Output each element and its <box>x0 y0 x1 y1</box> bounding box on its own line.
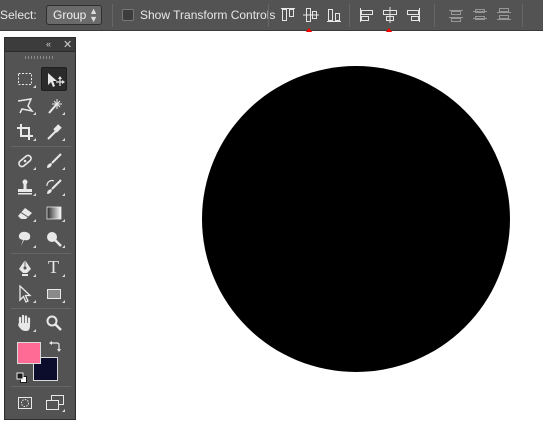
rectangular-marquee-tool[interactable] <box>12 67 38 91</box>
options-separator <box>522 4 523 27</box>
quick-mask-mode-button[interactable] <box>12 391 38 415</box>
history-brush-tool[interactable] <box>41 175 67 199</box>
screen-mode-button[interactable] <box>41 391 67 415</box>
panel-grip[interactable] <box>25 56 55 59</box>
foreground-color-swatch[interactable] <box>17 342 41 364</box>
tool-group-separator <box>11 386 71 387</box>
eraser-tool[interactable] <box>12 201 38 225</box>
options-separator <box>268 4 269 27</box>
default-colors-icon[interactable] <box>16 372 28 384</box>
align-horizontal-centers-icon <box>383 7 397 23</box>
align-vertical-centers-button[interactable] <box>303 7 319 23</box>
eyedropper-icon <box>47 124 62 140</box>
close-panel-icon[interactable]: ✕ <box>63 38 72 51</box>
path-selection-tool[interactable] <box>12 282 38 306</box>
align-left-edges-button[interactable] <box>359 7 375 23</box>
pen-icon <box>19 260 31 276</box>
crop-icon <box>17 124 33 140</box>
up-down-arrows-icon: ▲ ▼ <box>89 6 98 24</box>
align-right-edges-button[interactable] <box>405 7 421 23</box>
gradient-icon <box>46 206 62 220</box>
align-top-edges-icon <box>281 8 295 21</box>
swap-colors-icon[interactable] <box>49 340 61 352</box>
distribute-bottom-icon <box>497 8 511 20</box>
align-right-edges-icon <box>407 8 420 22</box>
collapse-panel-icon[interactable]: « <box>46 39 51 49</box>
eyedropper-tool[interactable] <box>41 120 67 144</box>
pen-tool[interactable] <box>12 256 38 280</box>
stamp-icon <box>18 179 32 195</box>
zoom-icon <box>46 315 62 331</box>
options-separator <box>434 4 435 27</box>
move-tool[interactable] <box>41 67 67 91</box>
distribute-vertical-centers-icon <box>473 9 487 20</box>
distribute-top-icon <box>449 10 463 22</box>
align-bottom-edges-button[interactable] <box>326 7 342 23</box>
distribute-bottom-button[interactable] <box>496 7 512 23</box>
magic-wand-tool[interactable] <box>41 94 67 118</box>
align-left-edges-icon <box>360 8 373 22</box>
align-bottom-edges-icon <box>327 9 341 22</box>
dodge-icon <box>47 232 62 247</box>
type-tool[interactable]: T <box>41 256 67 280</box>
dodge-tool[interactable] <box>41 227 67 251</box>
tool-group-separator <box>11 308 71 309</box>
tools-panel-titlebar[interactable]: « ✕ <box>5 38 75 52</box>
options-separator <box>112 4 113 27</box>
eraser-icon <box>18 208 32 219</box>
tools-panel: « ✕ T <box>4 37 76 420</box>
black-circle-shape[interactable] <box>202 66 510 372</box>
clone-stamp-tool[interactable] <box>12 175 38 199</box>
blur-tool[interactable] <box>12 227 38 251</box>
select-label: Select: <box>0 8 37 22</box>
options-bar: Select: Group ▲ ▼ Show Transform Controls <box>0 0 543 31</box>
lasso-icon <box>17 98 34 114</box>
gradient-tool[interactable] <box>41 201 67 225</box>
auto-select-dropdown[interactable]: Group ▲ ▼ <box>46 5 102 25</box>
distribute-vertical-centers-button[interactable] <box>472 7 488 23</box>
options-separator <box>349 4 350 27</box>
rectangle-icon <box>47 289 61 299</box>
distribute-top-button[interactable] <box>448 7 464 23</box>
tool-group-separator <box>11 146 71 147</box>
align-vertical-centers-icon <box>303 8 319 22</box>
auto-select-value: Group <box>53 8 87 22</box>
show-transform-controls-label: Show Transform Controls <box>140 8 276 22</box>
zoom-tool[interactable] <box>41 311 67 335</box>
type-icon: T <box>48 257 59 277</box>
rectangular-marquee-icon <box>18 73 32 85</box>
show-transform-controls-checkbox[interactable] <box>122 9 134 21</box>
lasso-tool[interactable] <box>12 94 38 118</box>
hand-tool[interactable] <box>12 311 38 335</box>
align-horizontal-centers-button[interactable] <box>382 7 398 23</box>
hand-icon <box>18 314 31 331</box>
brush-tool[interactable] <box>41 149 67 173</box>
bandage-icon <box>18 154 32 168</box>
history-brush-icon <box>46 179 62 194</box>
crop-tool[interactable] <box>12 120 38 144</box>
path-selection-icon <box>19 285 32 303</box>
blur-icon <box>18 231 31 246</box>
magic-wand-icon <box>48 99 62 114</box>
align-top-edges-button[interactable] <box>280 7 296 23</box>
move-icon <box>48 73 65 87</box>
rectangle-tool[interactable] <box>41 282 67 306</box>
tool-group-separator <box>11 253 71 254</box>
spot-healing-brush-tool[interactable] <box>12 149 38 173</box>
brush-icon <box>47 153 62 168</box>
quick-mask-icon <box>18 397 32 409</box>
